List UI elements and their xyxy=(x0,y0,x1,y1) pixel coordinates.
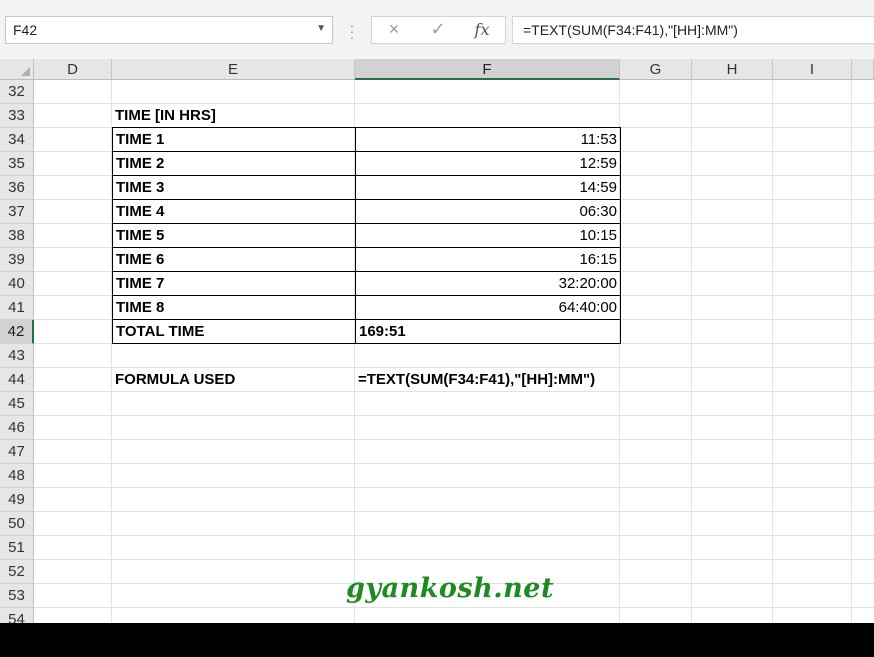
time-label-cell[interactable]: TIME 8 xyxy=(112,295,356,320)
select-all-button[interactable] xyxy=(0,59,34,80)
total-value-cell-selected[interactable]: 169:51 xyxy=(355,319,621,344)
name-box[interactable]: F42 ▼ xyxy=(5,16,333,44)
time-value-cell[interactable]: 14:59 xyxy=(355,175,621,200)
formula-bar-area: F42 ▼ · · · × ✓ fx =TEXT(SUM(F34:F41),"[HH… xyxy=(0,0,874,59)
time-value-cell[interactable]: 12:59 xyxy=(355,151,621,176)
row-header[interactable]: 41 xyxy=(0,296,34,320)
gridline xyxy=(772,80,773,623)
time-label-cell[interactable]: TIME 2 xyxy=(112,151,356,176)
row-header[interactable]: 47 xyxy=(0,440,34,464)
column-header-h[interactable]: H xyxy=(692,59,773,80)
gridline xyxy=(34,559,874,560)
time-label-cell[interactable]: TIME 1 xyxy=(112,127,356,152)
gridline xyxy=(34,415,874,416)
select-all-triangle-icon xyxy=(21,67,30,76)
row-header[interactable]: 44 xyxy=(0,368,34,392)
gridline xyxy=(34,463,874,464)
row-header[interactable]: 33 xyxy=(0,104,34,128)
formula-used-label-cell[interactable]: FORMULA USED xyxy=(112,368,355,392)
gridline xyxy=(851,80,852,623)
gridline xyxy=(34,511,874,512)
watermark-logo: gyankosh.net xyxy=(346,573,554,604)
bottom-black-bar xyxy=(0,623,874,657)
time-label-cell[interactable]: TIME 6 xyxy=(112,247,356,272)
row-header[interactable]: 37 xyxy=(0,200,34,224)
row-header[interactable]: 43 xyxy=(0,344,34,368)
time-value-cell[interactable]: 10:15 xyxy=(355,223,621,248)
row-header[interactable]: 50 xyxy=(0,512,34,536)
gridline xyxy=(34,439,874,440)
row-header[interactable]: 51 xyxy=(0,536,34,560)
formula-text: =TEXT(SUM(F34:F41),"[HH]:MM") xyxy=(523,22,738,38)
time-value-cell[interactable]: 32:20:00 xyxy=(355,271,621,296)
time-value-cell[interactable]: 64:40:00 xyxy=(355,295,621,320)
name-box-dropdown-icon[interactable]: ▼ xyxy=(316,23,326,34)
gridline xyxy=(691,80,692,623)
row-header[interactable]: 35 xyxy=(0,152,34,176)
cancel-icon[interactable]: × xyxy=(382,19,406,40)
time-label-cell[interactable]: TIME 4 xyxy=(112,199,356,224)
column-header-e[interactable]: E xyxy=(112,59,355,80)
row-header-selected[interactable]: 42 xyxy=(0,320,34,344)
row-header[interactable]: 52 xyxy=(0,560,34,584)
formula-buttons: × ✓ fx xyxy=(371,16,506,44)
row-header[interactable]: 54 xyxy=(0,608,34,623)
gridline xyxy=(34,607,874,608)
time-label-cell[interactable]: TIME 7 xyxy=(112,271,356,296)
time-label-cell[interactable]: TIME 3 xyxy=(112,175,356,200)
column-header-d[interactable]: D xyxy=(34,59,112,80)
gridline xyxy=(34,487,874,488)
row-header[interactable]: 40 xyxy=(0,272,34,296)
column-header-f[interactable]: F xyxy=(355,59,620,80)
name-box-value: F42 xyxy=(13,22,38,38)
insert-function-icon[interactable]: fx xyxy=(470,20,494,39)
column-headers: D E F G H I xyxy=(34,59,874,80)
row-header[interactable]: 38 xyxy=(0,224,34,248)
time-value-cell[interactable]: 16:15 xyxy=(355,247,621,272)
row-header[interactable]: 46 xyxy=(0,416,34,440)
column-header-g[interactable]: G xyxy=(620,59,692,80)
time-label-cell[interactable]: TIME 5 xyxy=(112,223,356,248)
spreadsheet-grid: D E F G H I 32 33 34 35 36 37 38 39 40 4… xyxy=(0,59,874,623)
time-value-cell[interactable]: 06:30 xyxy=(355,199,621,224)
column-header-i[interactable]: I xyxy=(773,59,852,80)
row-header[interactable]: 45 xyxy=(0,392,34,416)
formula-bar-grip-icon[interactable]: · · · xyxy=(349,18,355,44)
row-header[interactable]: 39 xyxy=(0,248,34,272)
enter-check-icon[interactable]: ✓ xyxy=(426,19,450,40)
column-header-next[interactable] xyxy=(852,59,874,80)
row-header[interactable]: 32 xyxy=(0,80,34,104)
row-header[interactable]: 49 xyxy=(0,488,34,512)
row-header[interactable]: 36 xyxy=(0,176,34,200)
cell-area[interactable]: TIME [IN HRS] TIME 1 11:53 TIME 2 12:59 … xyxy=(34,80,874,623)
time-value-cell[interactable]: 11:53 xyxy=(355,127,621,152)
row-header[interactable]: 53 xyxy=(0,584,34,608)
row-header[interactable]: 48 xyxy=(0,464,34,488)
formula-used-value-cell[interactable]: =TEXT(SUM(F34:F41),"[HH]:MM") xyxy=(355,368,620,392)
row-headers: 32 33 34 35 36 37 38 39 40 41 42 43 44 4… xyxy=(0,80,34,623)
row-header[interactable]: 34 xyxy=(0,128,34,152)
gridline xyxy=(34,535,874,536)
table-header-cell[interactable]: TIME [IN HRS] xyxy=(112,104,355,128)
formula-input[interactable]: =TEXT(SUM(F34:F41),"[HH]:MM") xyxy=(512,16,874,44)
total-label-cell[interactable]: TOTAL TIME xyxy=(112,319,356,344)
